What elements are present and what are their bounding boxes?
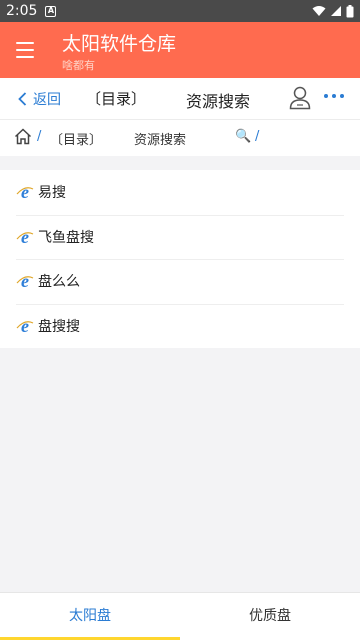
notification-icon: A (45, 5, 57, 17)
list-item[interactable]: e 易搜 (0, 170, 360, 215)
directory-button[interactable]: 〔目录〕 (86, 88, 146, 109)
breadcrumb-dir[interactable]: 〔目录〕 (50, 129, 102, 148)
app-bar: 太阳软件仓库 啥都有 (0, 22, 360, 78)
status-time: 2:05 (6, 3, 38, 19)
breadcrumb-current[interactable]: 资源搜索 (134, 129, 186, 148)
battery-icon (346, 4, 354, 17)
signal-icon (331, 6, 341, 16)
svg-text:e: e (21, 317, 29, 335)
resource-list: e 易搜 e 飞鱼盘搜 e 盘么么 e 盘搜搜 (0, 170, 360, 348)
wifi-icon (312, 6, 326, 16)
chevron-left-icon (18, 92, 27, 106)
ie-icon: e (16, 228, 34, 246)
list-item-label: 易搜 (38, 185, 66, 202)
breadcrumb: / 〔目录〕 资源搜索 🔍 / (0, 120, 360, 156)
list-item-label: 盘搜搜 (38, 318, 80, 335)
search-icon[interactable]: 🔍 (235, 129, 251, 144)
home-icon[interactable] (14, 128, 32, 145)
menu-icon[interactable] (14, 39, 36, 61)
list-item-label: 盘么么 (38, 274, 80, 291)
page-title: 资源搜索 (186, 92, 251, 111)
tab-taiyang[interactable]: 太阳盘 (0, 593, 180, 640)
list-item-label: 飞鱼盘搜 (38, 229, 94, 246)
breadcrumb-separator: / (37, 129, 42, 144)
svg-text:e: e (21, 183, 29, 201)
svg-text:e: e (21, 228, 29, 246)
user-icon[interactable] (289, 86, 311, 110)
list-item[interactable]: e 飞鱼盘搜 (0, 214, 360, 260)
status-bar: 2:05 A (0, 0, 360, 22)
back-button[interactable]: 返回 (18, 89, 61, 109)
nav-bar: 返回 〔目录〕 资源搜索 (0, 78, 360, 120)
breadcrumb-separator: / (255, 129, 260, 144)
ie-icon: e (16, 317, 34, 335)
list-item[interactable]: e 盘搜搜 (0, 303, 360, 349)
svg-text:e: e (21, 272, 29, 290)
app-title: 太阳软件仓库 (62, 33, 177, 55)
ie-icon: e (16, 183, 34, 201)
app-subtitle: 啥都有 (62, 59, 95, 72)
bottom-tab-bar: 太阳盘 优质盘 (0, 592, 360, 640)
status-icons (312, 4, 354, 18)
back-label: 返回 (33, 92, 61, 108)
tab-youzhi[interactable]: 优质盘 (180, 593, 360, 640)
ie-icon: e (16, 272, 34, 290)
more-icon[interactable] (324, 94, 344, 98)
list-item[interactable]: e 盘么么 (0, 259, 360, 304)
